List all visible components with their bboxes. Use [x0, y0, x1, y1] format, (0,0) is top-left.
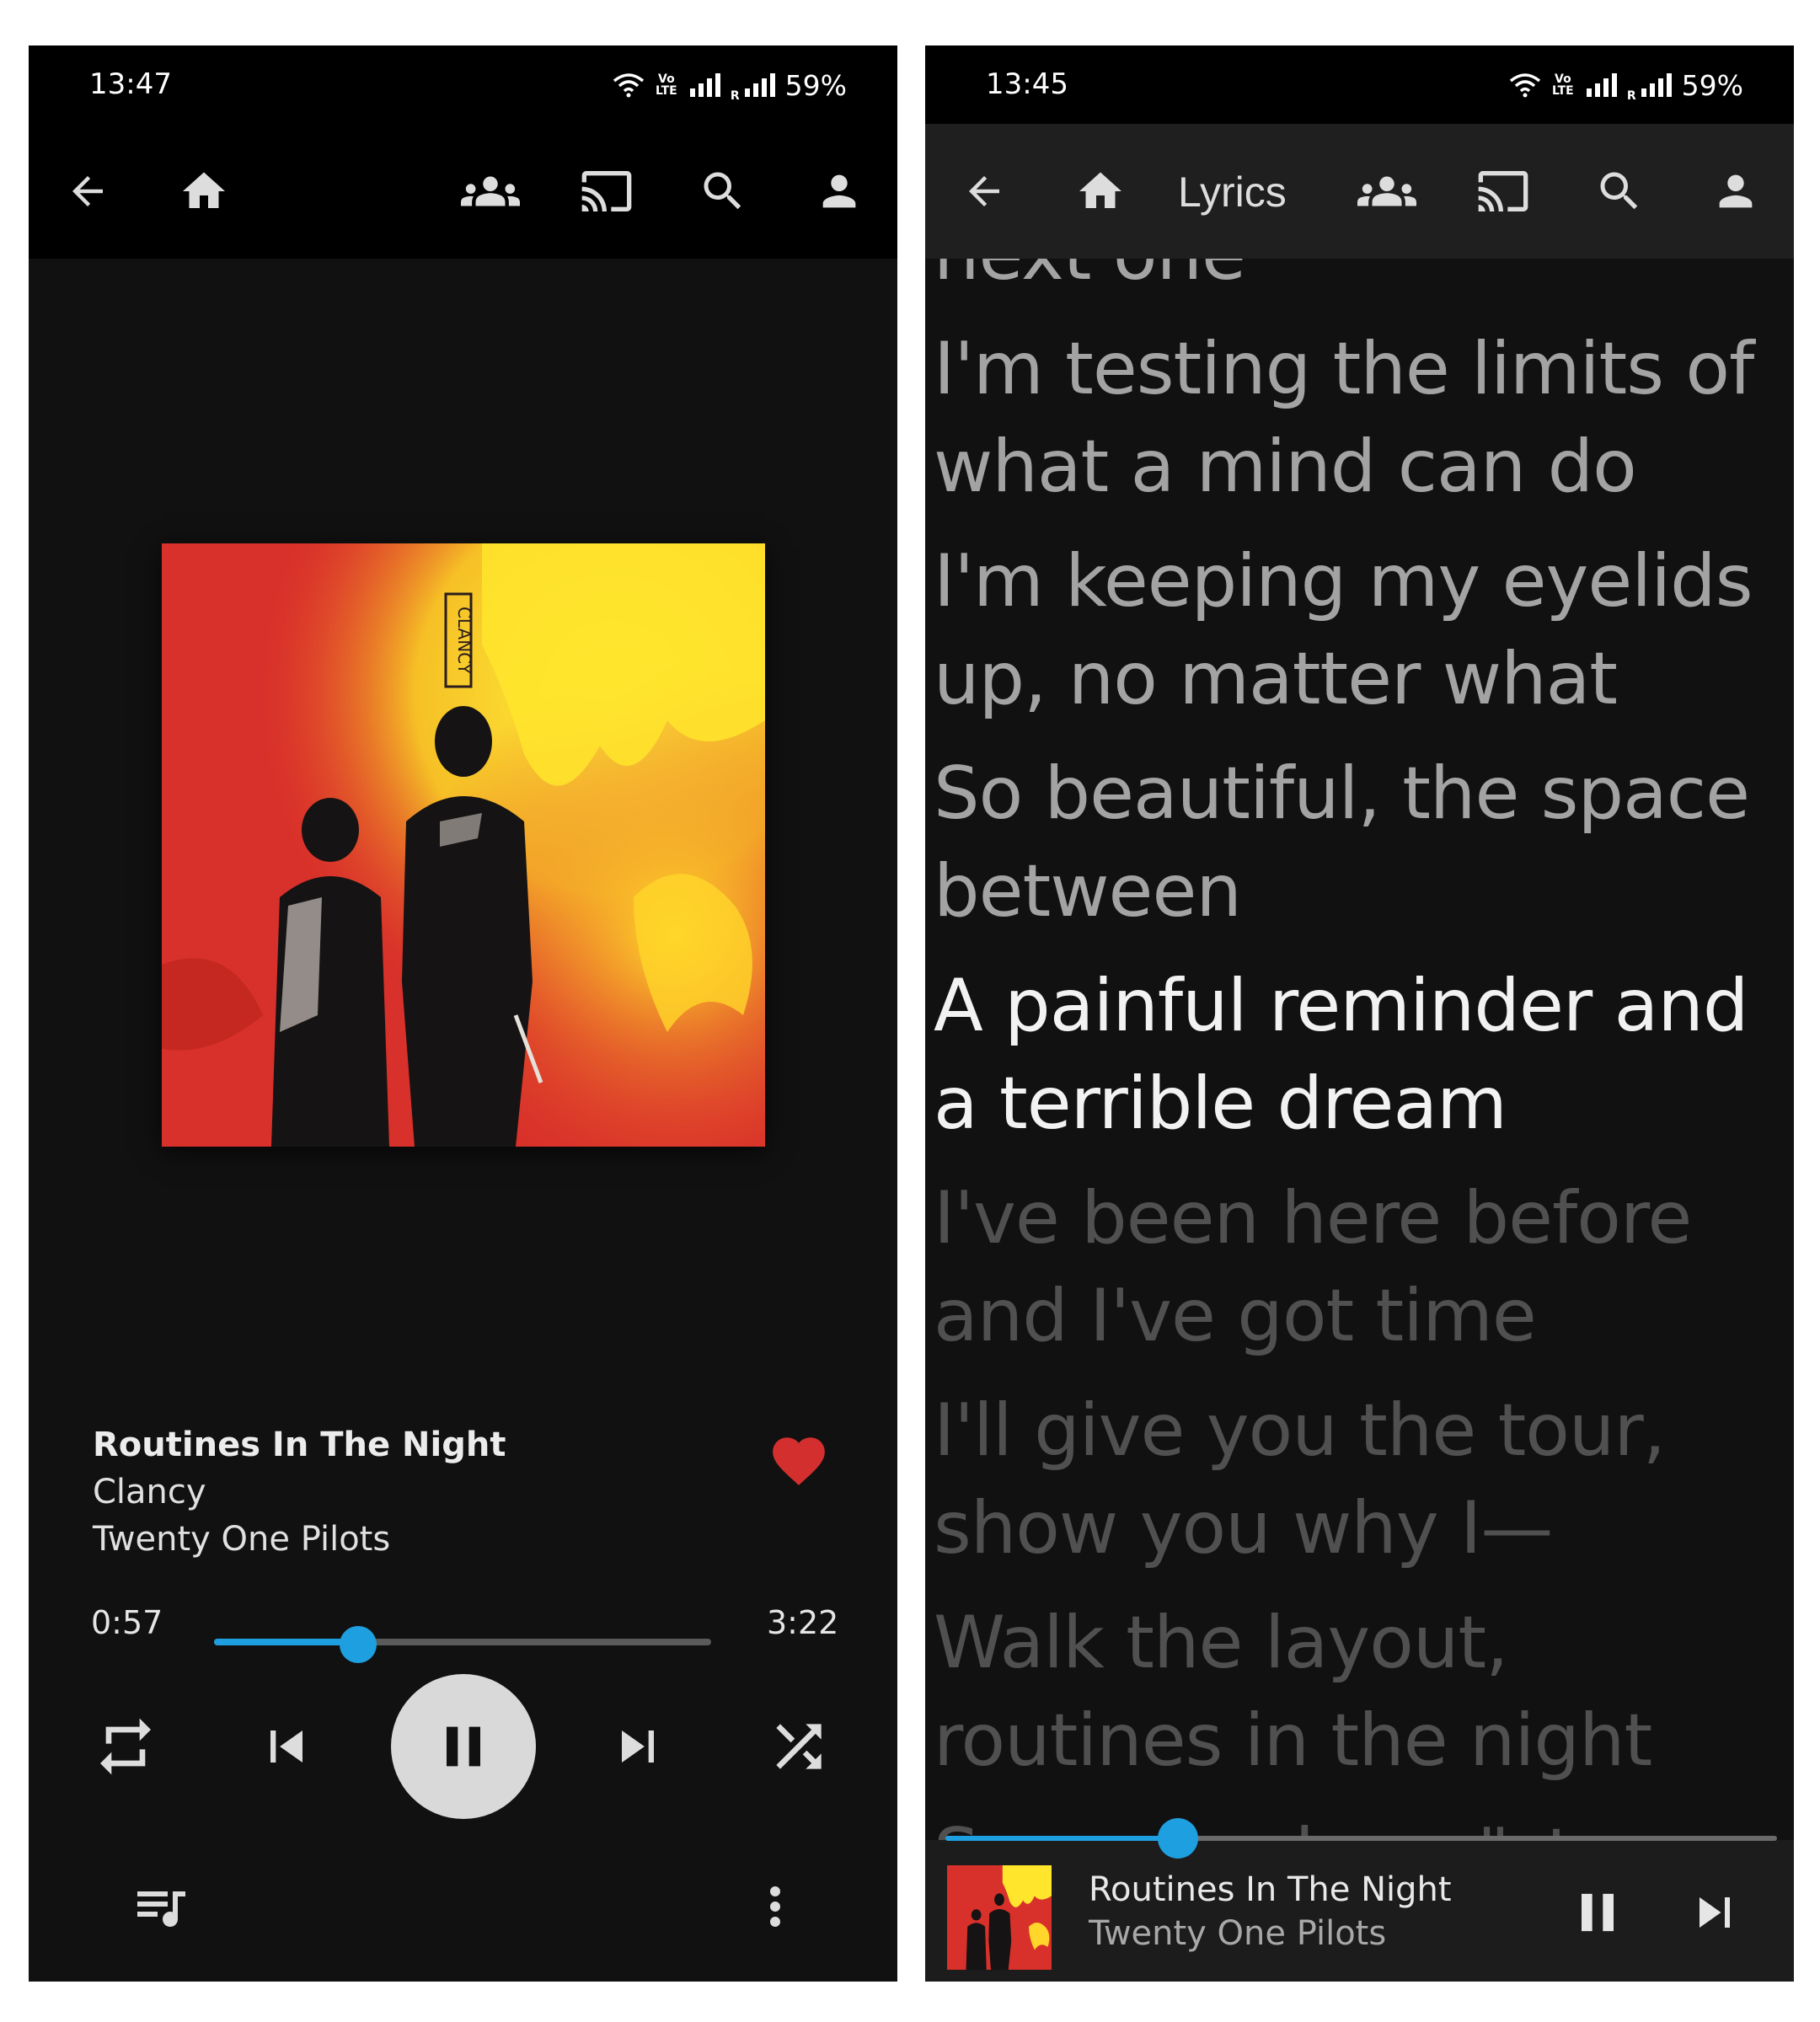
mini-skip-next-icon[interactable] — [1673, 1870, 1757, 1955]
pause-icon — [447, 1726, 480, 1767]
top-app-bar: Lyrics — [925, 124, 1794, 259]
account-icon[interactable] — [806, 158, 873, 225]
signal-icon-2 — [744, 73, 775, 97]
status-bar: 13:47 Vo LTE R 59% — [29, 45, 897, 124]
lyrics-list[interactable]: next one I'm testing the limits of what … — [934, 206, 1785, 1921]
search-icon[interactable] — [1586, 158, 1653, 225]
lyric-line[interactable]: I've been here before and I've got time — [934, 1169, 1785, 1365]
status-time: 13:45 — [986, 67, 1068, 101]
mini-pause-icon[interactable] — [1555, 1870, 1640, 1955]
wifi-icon — [1509, 73, 1540, 98]
volte-indicator: Vo LTE — [1552, 72, 1574, 98]
signal-icon — [689, 73, 720, 97]
lyric-line[interactable]: I'm testing the limits of what a mind ca… — [934, 320, 1785, 516]
status-icons: Vo LTE R 59% — [613, 67, 847, 103]
heart-icon — [773, 1437, 825, 1485]
svg-text:CLANCY: CLANCY — [454, 607, 474, 675]
lyric-line[interactable]: Walk the layout, routines in the night — [934, 1594, 1785, 1789]
home-icon[interactable] — [170, 158, 238, 225]
roaming-indicator: R — [730, 89, 740, 103]
signal-icon — [1586, 73, 1617, 97]
skip-next-icon[interactable] — [596, 1704, 680, 1789]
status-icons: Vo LTE R 59% — [1509, 67, 1743, 103]
lyrics-screen: 13:45 Vo LTE R 59% Lyrics I'm testing th… — [925, 45, 1794, 1982]
cast-icon[interactable] — [1469, 158, 1537, 225]
home-icon[interactable] — [1067, 158, 1134, 225]
track-title: Routines In The Night — [93, 1426, 506, 1464]
skip-previous-icon[interactable] — [244, 1704, 329, 1789]
mini-player-seek-bar[interactable] — [945, 1818, 1777, 1859]
cast-icon[interactable] — [573, 158, 640, 225]
status-bar: 13:45 Vo LTE R 59% — [925, 45, 1794, 124]
lyric-line-current[interactable]: A painful reminder and a terrible dream — [934, 957, 1785, 1153]
mini-player-artist: Twenty One Pilots — [1089, 1914, 1387, 1953]
mini-player-album-cover[interactable] — [947, 1865, 1052, 1970]
lyric-line[interactable]: So beautiful, the space between — [934, 745, 1785, 940]
album-cover: CLANCY — [162, 543, 765, 1147]
wifi-icon — [613, 73, 644, 98]
like-button[interactable] — [765, 1427, 832, 1495]
top-app-bar — [29, 124, 897, 259]
lyric-line[interactable]: I'll give you the tour, show you why I— — [934, 1382, 1785, 1577]
mini-player[interactable]: Routines In The Night Twenty One Pilots — [925, 1840, 1794, 1982]
signal-icon-2 — [1641, 73, 1672, 97]
shuffle-icon[interactable] — [757, 1704, 841, 1789]
queue-icon[interactable] — [118, 1864, 202, 1949]
now-playing-screen: 13:47 Vo LTE R 59% CLANCY Routines In Th… — [29, 45, 897, 1982]
battery-level: 59% — [1681, 68, 1743, 102]
battery-level: 59% — [784, 68, 847, 102]
more-vert-icon[interactable] — [733, 1864, 817, 1949]
back-arrow-icon[interactable] — [54, 158, 121, 225]
group-session-icon[interactable] — [1353, 158, 1421, 225]
lyric-line[interactable]: I'm keeping my eyelids up, no matter wha… — [934, 532, 1785, 728]
back-arrow-icon[interactable] — [950, 158, 1018, 225]
status-time: 13:47 — [89, 67, 172, 101]
repeat-icon[interactable] — [83, 1704, 168, 1789]
elapsed-time: 0:57 — [91, 1604, 163, 1641]
seek-thumb[interactable] — [1158, 1818, 1199, 1859]
seek-thumb[interactable] — [340, 1626, 377, 1663]
account-icon[interactable] — [1702, 158, 1769, 225]
volte-indicator: Vo LTE — [656, 72, 677, 98]
total-duration: 3:22 — [767, 1604, 839, 1641]
page-title: Lyrics — [1178, 168, 1287, 216]
mini-player-title: Routines In The Night — [1089, 1870, 1452, 1909]
seek-fill — [945, 1836, 1179, 1841]
search-icon[interactable] — [689, 158, 757, 225]
track-album[interactable]: Clancy — [93, 1473, 206, 1511]
seek-bar[interactable] — [214, 1626, 711, 1663]
seek-fill — [214, 1639, 359, 1645]
roaming-indicator: R — [1626, 89, 1636, 103]
track-artist[interactable]: Twenty One Pilots — [93, 1520, 390, 1559]
pause-button[interactable] — [391, 1674, 536, 1819]
group-session-icon[interactable] — [457, 158, 524, 225]
